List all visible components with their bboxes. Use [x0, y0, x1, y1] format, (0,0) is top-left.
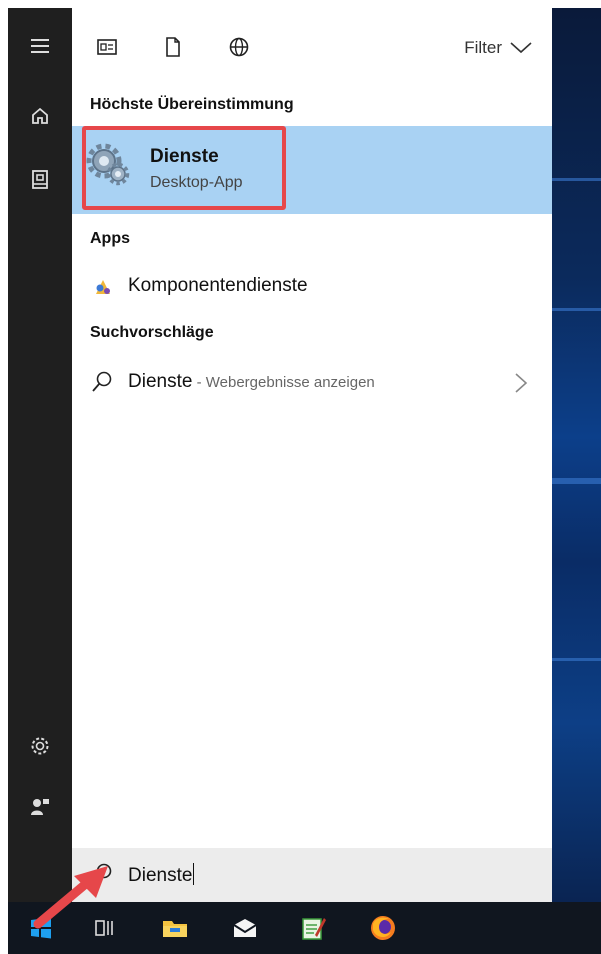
search-results-panel: Filter Höchste Übereinstimmung Dienste D… [72, 8, 552, 902]
filter-label: Filter [464, 38, 502, 57]
apps-icon[interactable] [94, 34, 120, 60]
search-box[interactable]: Dienste [72, 848, 552, 902]
web-icon[interactable] [226, 34, 252, 60]
best-match-heading: Höchste Übereinstimmung [90, 96, 294, 113]
feedback-icon[interactable] [8, 782, 72, 830]
file-explorer-icon[interactable] [158, 912, 192, 944]
notepad-icon[interactable] [296, 912, 330, 944]
text-caret [193, 863, 195, 885]
search-toolbar: Filter [72, 8, 552, 88]
start-menu-rail [8, 8, 72, 902]
firefox-icon[interactable] [366, 912, 400, 944]
suggestion-term: Dienste [128, 371, 193, 392]
home-icon[interactable] [8, 92, 72, 140]
mail-icon[interactable] [228, 912, 262, 944]
chevron-down-icon [510, 42, 532, 54]
document-icon[interactable] [160, 34, 186, 60]
search-icon [90, 862, 114, 886]
app-result-komponentendienste[interactable]: Komponentendienste [72, 264, 552, 308]
best-match-result[interactable]: Dienste Desktop-App [72, 126, 552, 214]
best-match-title: Dienste [150, 146, 219, 167]
windows-start-icon[interactable] [24, 912, 58, 944]
taskbar [8, 902, 601, 954]
chevron-right-icon [514, 372, 528, 394]
task-view-icon[interactable] [88, 912, 122, 944]
settings-icon[interactable] [8, 722, 72, 770]
services-gear-icon [86, 143, 130, 187]
apps-heading: Apps [90, 230, 130, 247]
suggestion-hint: - Webergebnisse anzeigen [192, 374, 375, 391]
component-services-icon [92, 276, 114, 298]
suggestion-label: Dienste - Webergebnisse anzeigen [128, 371, 375, 393]
notebook-icon[interactable] [8, 156, 72, 204]
desktop-background [552, 8, 601, 902]
web-suggestion-dienste[interactable]: Dienste - Webergebnisse anzeigen [72, 360, 552, 404]
search-input-value: Dienste [128, 865, 193, 886]
best-match-subtitle: Desktop-App [150, 174, 243, 191]
search-input[interactable]: Dienste [128, 863, 195, 887]
suggestions-heading: Suchvorschläge [90, 324, 214, 341]
app-result-label: Komponentendienste [128, 275, 308, 296]
hamburger-menu-icon[interactable] [8, 22, 72, 70]
filter-dropdown[interactable]: Filter [464, 38, 532, 58]
search-icon [90, 370, 114, 394]
